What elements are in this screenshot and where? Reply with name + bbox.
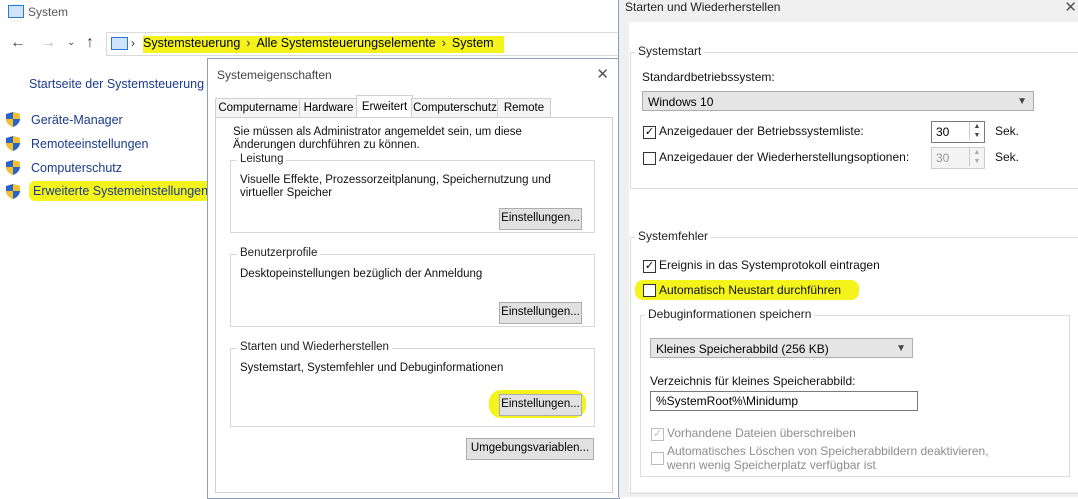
close-icon[interactable]: ✕ <box>1064 0 1077 16</box>
breadcrumb-item-alle-elemente[interactable]: Alle Systemsteuerungselemente <box>256 36 435 50</box>
seconds-unit: Sek. <box>995 150 1020 164</box>
disable-auto-delete-label: Automatisches Löschen von Speicherabbild… <box>667 444 989 472</box>
sidebar-item-label: Erweiterte Systemeinstellungen <box>29 181 213 201</box>
group-label: Starten und Wiederherstellen <box>237 341 392 353</box>
dump-dir-input[interactable]: %SystemRoot%\Minidump <box>650 391 918 411</box>
chevron-down-icon: ▼ <box>1017 96 1027 107</box>
recent-locations-chevron-icon[interactable]: ⌄ <box>67 34 75 52</box>
show-recovery-checkbox[interactable] <box>643 152 656 165</box>
sidebar-item-label: Computerschutz <box>31 161 123 175</box>
performance-settings-button[interactable]: Einstellungen... <box>499 208 582 230</box>
breadcrumb-separator-icon: › <box>441 36 446 50</box>
environment-variables-button[interactable]: Umgebungsvariablen... <box>466 438 594 460</box>
show-os-list-stepper[interactable]: 30 ▲ ▼ <box>931 121 985 143</box>
sidebar-item-label: Geräte-Manager <box>31 113 123 127</box>
overwrite-checkbox[interactable]: ✓ <box>651 428 664 441</box>
group-label: Leistung <box>237 153 287 165</box>
system-properties-dialog: Systemeigenschaften ✕ Computername Hardw… <box>207 58 620 499</box>
show-os-list-checkbox[interactable]: ✓ <box>643 126 656 139</box>
default-os-label: Standardbetriebssystem: <box>642 70 775 84</box>
tab-computername[interactable]: Computername <box>215 98 301 119</box>
breadcrumb-item-systemsteuerung[interactable]: Systemsteuerung <box>143 36 240 50</box>
disable-auto-delete-checkbox[interactable] <box>651 452 664 465</box>
system-window-icon <box>8 5 24 18</box>
auto-restart-checkbox[interactable] <box>643 284 656 297</box>
group-description: Desktopeinstellungen bezüglich der Anmel… <box>240 268 483 280</box>
startup-recovery-dialog: Starten und Wiederherstellen ✕ Systemsta… <box>618 0 1078 497</box>
admin-note: Sie müssen als Administrator angemeldet … <box>233 126 522 151</box>
dump-dir-label: Verzeichnis für kleines Speicherabbild: <box>650 374 856 388</box>
breadcrumb-separator-icon: › <box>246 36 251 50</box>
group-label: Systemfehler <box>635 229 712 243</box>
sidebar-item-label: Remoteeinstellungen <box>31 137 149 151</box>
breadcrumb-chevron-icon: › <box>131 36 135 50</box>
dialog-title: Systemeigenschaften <box>217 68 332 82</box>
window-title: System <box>28 5 69 19</box>
debug-type-select[interactable]: Kleines Speicherabbild (256 KB) ▼ <box>650 338 913 358</box>
uac-shield-icon <box>6 160 20 175</box>
uac-shield-icon <box>6 136 20 151</box>
computer-icon <box>111 37 128 50</box>
show-os-list-label: Anzeigedauer der Betriebssystemliste: <box>659 124 864 138</box>
write-event-checkbox[interactable]: ✓ <box>643 260 656 273</box>
performance-group: Leistung Visuelle Effekte, Prozessorzeit… <box>230 153 595 233</box>
group-label: Benutzerprofile <box>237 247 321 259</box>
stepper-arrows-icon[interactable]: ▲ ▼ <box>969 122 984 140</box>
debug-type-value: Kleines Speicherabbild (256 KB) <box>656 342 829 356</box>
stepper-value: 30 <box>936 151 950 165</box>
startup-recovery-settings-button[interactable]: Einstellungen... <box>499 394 582 416</box>
tab-computerschutz[interactable]: Computerschutz <box>411 98 499 119</box>
debug-info-group: Debuginformationen speichern Kleines Spe… <box>640 307 1070 477</box>
show-recovery-label: Anzeigedauer der Wiederherstellungsoptio… <box>659 150 910 164</box>
tab-remote[interactable]: Remote <box>497 98 551 119</box>
user-profiles-group: Benutzerprofile Desktopeinstellungen bez… <box>230 247 595 327</box>
forward-arrow-icon[interactable]: → <box>40 34 56 52</box>
system-start-group: Systemstart Standardbetriebssystem: Wind… <box>630 44 1078 189</box>
startup-recovery-panel: Systemstart Standardbetriebssystem: Wind… <box>629 22 1078 494</box>
breadcrumb-item-system[interactable]: System <box>452 36 494 50</box>
stepper-value: 30 <box>936 125 950 139</box>
group-description: Systemstart, Systemfehler und Debuginfor… <box>240 362 504 374</box>
group-description: Visuelle Effekte, Prozessorzeitplanung, … <box>240 174 551 199</box>
stepper-arrows-icon[interactable]: ▲ ▼ <box>969 148 984 166</box>
address-bar-row: ← → ⌄ ↑ › Systemsteuerung › Alle Systemste… <box>0 32 628 56</box>
tab-hardware[interactable]: Hardware <box>299 98 358 119</box>
chevron-down-icon: ▼ <box>896 343 906 354</box>
default-os-select[interactable]: Windows 10 ▼ <box>642 91 1034 111</box>
uac-shield-icon <box>6 184 20 199</box>
tab-erweitert[interactable]: Erweitert <box>356 95 413 118</box>
back-arrow-icon[interactable]: ← <box>10 34 26 52</box>
auto-restart-label: Automatisch Neustart durchführen <box>659 283 842 297</box>
uac-shield-icon <box>6 112 20 127</box>
default-os-value: Windows 10 <box>648 95 714 109</box>
startup-recovery-group: Starten und Wiederherstellen Systemstart… <box>230 341 595 427</box>
system-failure-group: Systemfehler ✓ Ereignis in das Systempro… <box>630 229 1078 494</box>
write-event-label: Ereignis in das Systemprotokoll eintrage… <box>659 258 880 272</box>
overwrite-label: Vorhandene Dateien überschreiben <box>667 426 856 440</box>
sidebar-home-link[interactable]: Startseite der Systemsteuerung <box>29 77 204 91</box>
close-icon[interactable]: ✕ <box>596 65 609 83</box>
dialog-title: Starten und Wiederherstellen <box>625 0 781 14</box>
show-recovery-stepper[interactable]: 30 ▲ ▼ <box>931 147 985 169</box>
profiles-settings-button[interactable]: Einstellungen... <box>499 302 582 324</box>
seconds-unit: Sek. <box>995 124 1020 138</box>
group-label: Debuginformationen speichern <box>645 307 815 321</box>
up-arrow-icon[interactable]: ↑ <box>86 34 94 52</box>
group-label: Systemstart <box>635 44 705 58</box>
breadcrumb: Systemsteuerung › Alle Systemsteuerungsele… <box>143 36 504 53</box>
advanced-tab-panel: Sie müssen als Administrator angemeldet … <box>215 117 613 493</box>
address-box[interactable]: › Systemsteuerung › Alle Systemsteuerungse… <box>106 32 628 56</box>
